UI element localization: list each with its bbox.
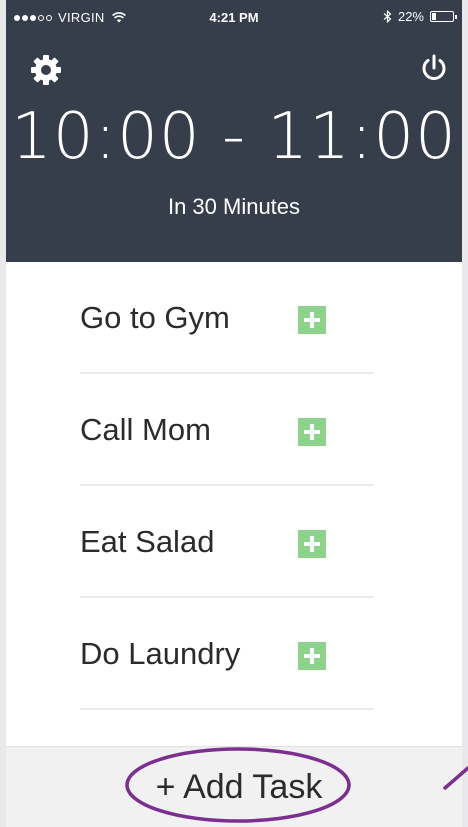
task-label: Go to Gym <box>80 300 230 335</box>
time-range: 10:00 - 11:00 <box>11 100 457 174</box>
task-label: Eat Salad <box>80 524 215 559</box>
task-item-eat-salad[interactable]: Eat Salad <box>80 486 374 598</box>
status-bar: VIRGIN 4:21 PM 22% <box>6 0 462 34</box>
power-icon[interactable] <box>418 52 450 84</box>
countdown-text: In 30 Minutes <box>167 194 301 219</box>
status-right: 22% <box>383 9 457 24</box>
gear-icon[interactable] <box>28 52 64 88</box>
add-task-button[interactable]: + Add Task <box>126 747 352 827</box>
plus-icon[interactable] <box>298 306 326 334</box>
battery-icon <box>430 11 457 22</box>
task-item-do-laundry[interactable]: Do Laundry <box>80 598 374 710</box>
header: VIRGIN 4:21 PM 22% 10:00 - 11:00 In 30 M… <box>6 0 462 262</box>
plus-icon[interactable] <box>298 530 326 558</box>
task-label: Do Laundry <box>80 636 241 671</box>
footer-bar: + Add Task <box>6 746 462 827</box>
phone-screen: VIRGIN 4:21 PM 22% 10:00 - 11:00 In 30 M… <box>6 0 462 827</box>
task-item-call-mom[interactable]: Call Mom <box>80 374 374 486</box>
plus-icon[interactable] <box>298 642 326 670</box>
task-item-go-to-gym[interactable]: Go to Gym <box>80 262 374 374</box>
bluetooth-icon <box>383 10 392 23</box>
battery-fill <box>432 13 436 20</box>
plus-icon[interactable] <box>298 418 326 446</box>
app-frame: VIRGIN 4:21 PM 22% 10:00 - 11:00 In 30 M… <box>0 0 468 827</box>
task-label: Call Mom <box>80 412 211 447</box>
battery-percent: 22% <box>397 9 424 24</box>
